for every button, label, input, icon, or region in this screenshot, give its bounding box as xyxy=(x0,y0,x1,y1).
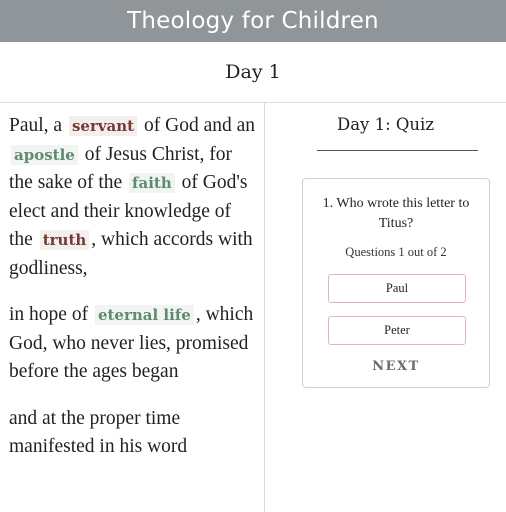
answer-option-paul[interactable]: Paul xyxy=(328,274,466,303)
day-title: Day 1 xyxy=(225,61,281,83)
answer-option-peter[interactable]: Peter xyxy=(328,316,466,345)
passage-paragraph-1: Paul, a servant of God and an apostle of… xyxy=(9,112,259,283)
passage-text: Paul, a xyxy=(9,115,63,136)
quiz-card: 1. Who wrote this letter to Titus? Quest… xyxy=(302,178,490,388)
day-header: Day 1 xyxy=(0,42,506,103)
highlight-word-apostle[interactable]: apostle xyxy=(11,144,78,165)
quiz-question: 1. Who wrote this letter to Titus? xyxy=(322,196,470,231)
highlight-word-truth[interactable]: truth xyxy=(39,230,90,250)
reading-passage: Paul, a servant of God and an apostle of… xyxy=(9,112,259,480)
passage-paragraph-3: and at the proper time manifested in his… xyxy=(9,405,259,462)
quiz-progress: Questions 1 out of 2 xyxy=(345,245,447,259)
passage-text: of God and an xyxy=(144,115,256,136)
passage-text: in hope of xyxy=(9,304,89,325)
passage-text: and at the proper time manifested in his… xyxy=(9,407,188,458)
app-title: Theology for Children xyxy=(127,8,379,34)
quiz-title: Day 1: Quiz xyxy=(336,115,435,134)
next-button[interactable]: NEXT xyxy=(303,359,489,374)
highlight-word-faith[interactable]: faith xyxy=(129,173,175,193)
highlight-word-servant[interactable]: servant xyxy=(68,116,138,136)
highlight-word-eternal-life[interactable]: eternal life xyxy=(94,305,194,325)
app-header-bar: Theology for Children xyxy=(0,0,506,42)
passage-paragraph-2: in hope of eternal life, which God, who … xyxy=(9,301,259,387)
quiz-title-underline xyxy=(317,150,478,151)
quiz-panel: Day 1: Quiz 1. Who wrote this letter to … xyxy=(265,103,506,512)
